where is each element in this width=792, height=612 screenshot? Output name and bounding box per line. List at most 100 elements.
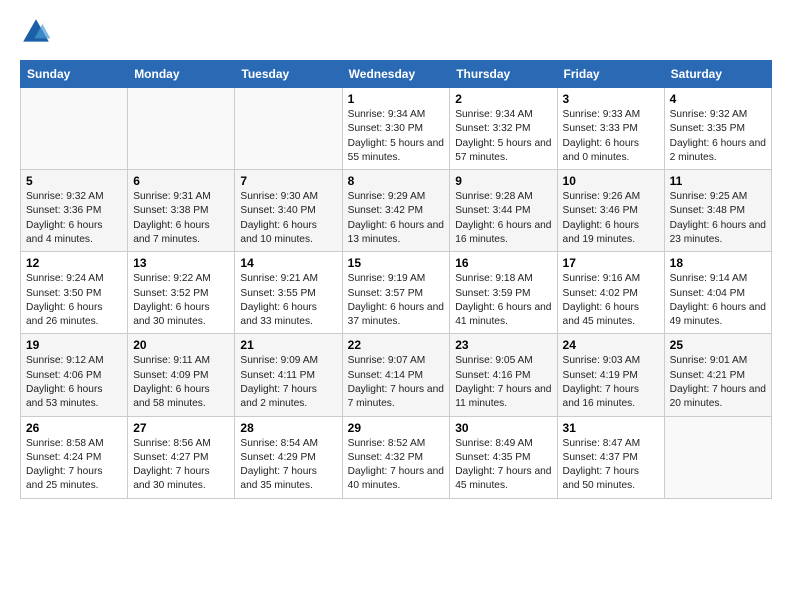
day-header-saturday: Saturday	[664, 61, 771, 88]
page-header	[20, 16, 772, 48]
day-info: Sunrise: 9:14 AM Sunset: 4:04 PM Dayligh…	[670, 272, 766, 329]
day-info: Sunrise: 9:28 AM Sunset: 3:44 PM Dayligh…	[455, 190, 551, 247]
day-info: Sunrise: 9:21 AM Sunset: 3:55 PM Dayligh…	[240, 272, 336, 329]
calendar-cell: 27 Sunrise: 8:56 AM Sunset: 4:27 PM Dayli…	[128, 416, 235, 498]
day-info: Sunrise: 9:12 AM Sunset: 4:06 PM Dayligh…	[26, 354, 122, 411]
day-info: Sunrise: 9:05 AM Sunset: 4:16 PM Dayligh…	[455, 354, 551, 411]
logo-icon	[20, 16, 52, 48]
calendar-cell: 23Sunrise: 9:05 AM Sunset: 4:16 PM Dayli…	[450, 334, 557, 416]
day-info: Sunrise: 9:34 AM Sunset: 3:32 PM Dayligh…	[455, 108, 551, 165]
day-number: 5	[26, 174, 122, 188]
day-number: 14	[240, 256, 336, 270]
calendar-cell: 20 Sunrise: 9:11 AM Sunset: 4:09 PM Dayli…	[128, 334, 235, 416]
calendar-week-row: 19 Sunrise: 9:12 AM Sunset: 4:06 PM Dayli…	[21, 334, 772, 416]
calendar-cell: 16 Sunrise: 9:18 AM Sunset: 3:59 PM Dayli…	[450, 252, 557, 334]
calendar-cell: 14 Sunrise: 9:21 AM Sunset: 3:55 PM Dayli…	[235, 252, 342, 334]
day-info: Sunrise: 9:26 AM Sunset: 3:46 PM Dayligh…	[563, 190, 659, 247]
calendar-cell: 11 Sunrise: 9:25 AM Sunset: 3:48 PM Dayli…	[664, 170, 771, 252]
day-header-friday: Friday	[557, 61, 664, 88]
calendar-week-row: 1 Sunrise: 9:34 AM Sunset: 3:30 PM Daylig…	[21, 88, 772, 170]
calendar-cell	[664, 416, 771, 498]
day-number: 20	[133, 338, 229, 352]
day-info: Sunrise: 9:34 AM Sunset: 3:30 PM Dayligh…	[348, 108, 445, 165]
day-info: Sunrise: 8:54 AM Sunset: 4:29 PM Dayligh…	[240, 437, 336, 494]
day-info: Sunrise: 8:56 AM Sunset: 4:27 PM Dayligh…	[133, 437, 229, 494]
calendar-cell: 21 Sunrise: 9:09 AM Sunset: 4:11 PM Dayli…	[235, 334, 342, 416]
day-info: Sunrise: 9:18 AM Sunset: 3:59 PM Dayligh…	[455, 272, 551, 329]
day-number: 11	[670, 174, 766, 188]
day-number: 2	[455, 92, 551, 106]
day-info: Sunrise: 8:58 AM Sunset: 4:24 PM Dayligh…	[26, 437, 122, 494]
day-number: 10	[563, 174, 659, 188]
calendar-cell	[235, 88, 342, 170]
calendar-cell: 13Sunrise: 9:22 AM Sunset: 3:52 PM Dayli…	[128, 252, 235, 334]
day-info: Sunrise: 9:32 AM Sunset: 3:36 PM Dayligh…	[26, 190, 122, 247]
logo	[20, 16, 56, 48]
day-header-sunday: Sunday	[21, 61, 128, 88]
calendar-week-row: 12Sunrise: 9:24 AM Sunset: 3:50 PM Dayli…	[21, 252, 772, 334]
calendar-cell	[21, 88, 128, 170]
calendar-cell: 19 Sunrise: 9:12 AM Sunset: 4:06 PM Dayli…	[21, 334, 128, 416]
calendar-week-row: 5 Sunrise: 9:32 AM Sunset: 3:36 PM Daylig…	[21, 170, 772, 252]
calendar-cell: 10 Sunrise: 9:26 AM Sunset: 3:46 PM Dayli…	[557, 170, 664, 252]
days-header-row: SundayMondayTuesdayWednesdayThursdayFrid…	[21, 61, 772, 88]
calendar-cell: 17Sunrise: 9:16 AM Sunset: 4:02 PM Dayli…	[557, 252, 664, 334]
day-info: Sunrise: 9:16 AM Sunset: 4:02 PM Dayligh…	[563, 272, 659, 329]
calendar-cell: 2 Sunrise: 9:34 AM Sunset: 3:32 PM Daylig…	[450, 88, 557, 170]
day-number: 15	[348, 256, 445, 270]
calendar-cell: 30 Sunrise: 8:49 AM Sunset: 4:35 PM Dayli…	[450, 416, 557, 498]
day-info: Sunrise: 9:25 AM Sunset: 3:48 PM Dayligh…	[670, 190, 766, 247]
day-info: Sunrise: 8:47 AM Sunset: 4:37 PM Dayligh…	[563, 437, 659, 494]
calendar-cell: 22Sunrise: 9:07 AM Sunset: 4:14 PM Dayli…	[342, 334, 450, 416]
calendar-cell: 1 Sunrise: 9:34 AM Sunset: 3:30 PM Daylig…	[342, 88, 450, 170]
day-info: Sunrise: 9:07 AM Sunset: 4:14 PM Dayligh…	[348, 354, 445, 411]
day-header-thursday: Thursday	[450, 61, 557, 88]
day-info: Sunrise: 9:30 AM Sunset: 3:40 PM Dayligh…	[240, 190, 336, 247]
day-number: 30	[455, 421, 551, 435]
calendar-cell: 7 Sunrise: 9:30 AM Sunset: 3:40 PM Daylig…	[235, 170, 342, 252]
day-number: 25	[670, 338, 766, 352]
calendar-cell: 9 Sunrise: 9:28 AM Sunset: 3:44 PM Daylig…	[450, 170, 557, 252]
day-number: 16	[455, 256, 551, 270]
day-info: Sunrise: 9:11 AM Sunset: 4:09 PM Dayligh…	[133, 354, 229, 411]
day-info: Sunrise: 9:09 AM Sunset: 4:11 PM Dayligh…	[240, 354, 336, 411]
calendar-cell: 25 Sunrise: 9:01 AM Sunset: 4:21 PM Dayli…	[664, 334, 771, 416]
day-info: Sunrise: 9:31 AM Sunset: 3:38 PM Dayligh…	[133, 190, 229, 247]
day-number: 21	[240, 338, 336, 352]
calendar-cell: 15 Sunrise: 9:19 AM Sunset: 3:57 PM Dayli…	[342, 252, 450, 334]
day-info: Sunrise: 9:32 AM Sunset: 3:35 PM Dayligh…	[670, 108, 766, 165]
day-info: Sunrise: 9:19 AM Sunset: 3:57 PM Dayligh…	[348, 272, 445, 329]
day-number: 9	[455, 174, 551, 188]
day-header-monday: Monday	[128, 61, 235, 88]
day-info: Sunrise: 9:01 AM Sunset: 4:21 PM Dayligh…	[670, 354, 766, 411]
day-number: 4	[670, 92, 766, 106]
calendar-table: SundayMondayTuesdayWednesdayThursdayFrid…	[20, 60, 772, 499]
calendar-cell: 4 Sunrise: 9:32 AM Sunset: 3:35 PM Daylig…	[664, 88, 771, 170]
day-number: 3	[563, 92, 659, 106]
day-number: 24	[563, 338, 659, 352]
day-number: 26	[26, 421, 122, 435]
day-info: Sunrise: 9:29 AM Sunset: 3:42 PM Dayligh…	[348, 190, 445, 247]
day-info: Sunrise: 8:52 AM Sunset: 4:32 PM Dayligh…	[348, 437, 445, 494]
day-number: 29	[348, 421, 445, 435]
day-info: Sunrise: 9:33 AM Sunset: 3:33 PM Dayligh…	[563, 108, 659, 165]
day-header-tuesday: Tuesday	[235, 61, 342, 88]
calendar-cell: 8 Sunrise: 9:29 AM Sunset: 3:42 PM Daylig…	[342, 170, 450, 252]
day-info: Sunrise: 9:22 AM Sunset: 3:52 PM Dayligh…	[133, 272, 229, 329]
calendar-cell: 26 Sunrise: 8:58 AM Sunset: 4:24 PM Dayli…	[21, 416, 128, 498]
calendar-cell: 12Sunrise: 9:24 AM Sunset: 3:50 PM Dayli…	[21, 252, 128, 334]
calendar-cell: 5 Sunrise: 9:32 AM Sunset: 3:36 PM Daylig…	[21, 170, 128, 252]
day-info: Sunrise: 8:49 AM Sunset: 4:35 PM Dayligh…	[455, 437, 551, 494]
day-number: 27	[133, 421, 229, 435]
calendar-cell: 24 Sunrise: 9:03 AM Sunset: 4:19 PM Dayli…	[557, 334, 664, 416]
day-number: 1	[348, 92, 445, 106]
calendar-week-row: 26 Sunrise: 8:58 AM Sunset: 4:24 PM Dayli…	[21, 416, 772, 498]
day-number: 7	[240, 174, 336, 188]
day-number: 19	[26, 338, 122, 352]
day-number: 8	[348, 174, 445, 188]
day-number: 6	[133, 174, 229, 188]
calendar-cell: 3 Sunrise: 9:33 AM Sunset: 3:33 PM Daylig…	[557, 88, 664, 170]
day-number: 18	[670, 256, 766, 270]
calendar-cell: 18 Sunrise: 9:14 AM Sunset: 4:04 PM Dayli…	[664, 252, 771, 334]
day-info: Sunrise: 9:03 AM Sunset: 4:19 PM Dayligh…	[563, 354, 659, 411]
